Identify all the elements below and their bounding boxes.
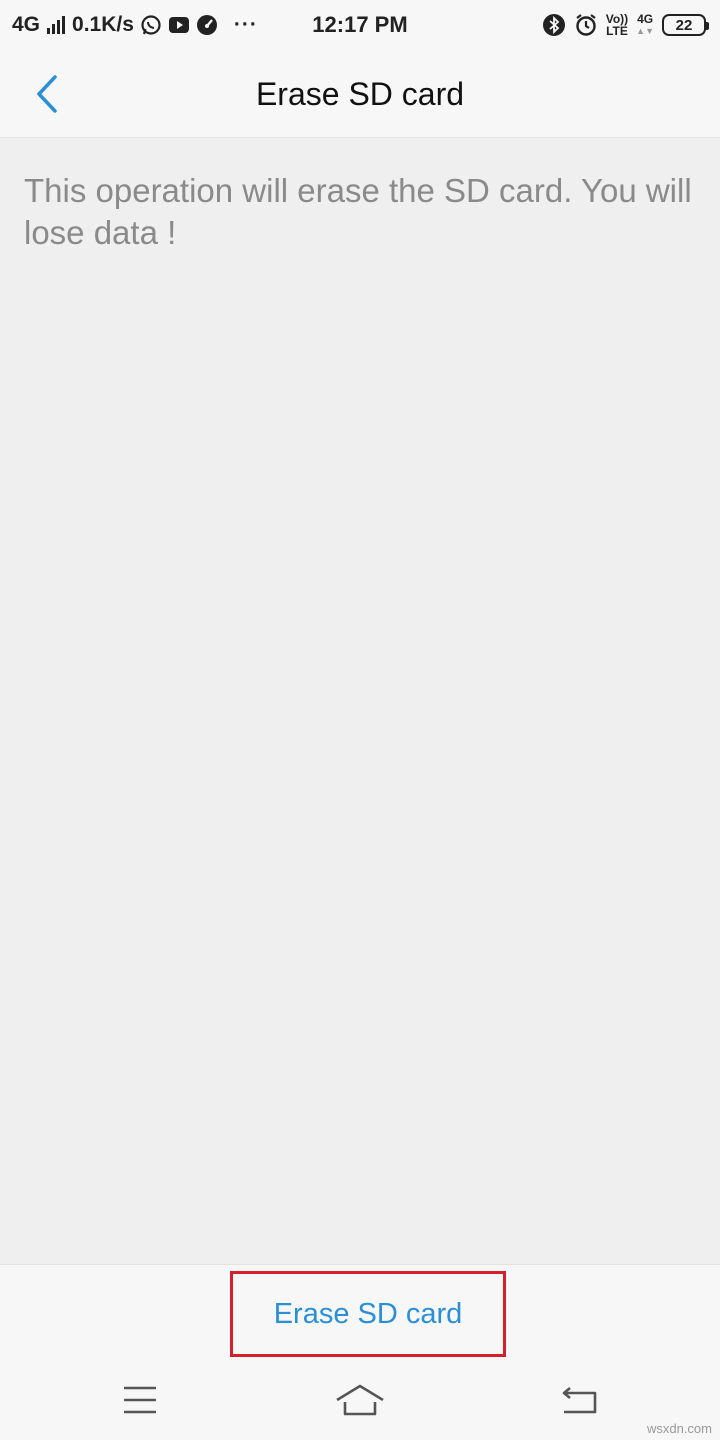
return-button[interactable] — [550, 1378, 610, 1422]
menu-button[interactable] — [110, 1378, 170, 1422]
data-indicator: 4G ▲▼ — [636, 13, 654, 37]
alarm-icon — [574, 13, 598, 37]
menu-icon — [124, 1386, 156, 1414]
bottom-action-bar: Erase SD card — [0, 1264, 720, 1360]
content-area: This operation will erase the SD card. Y… — [0, 138, 720, 1264]
battery-level: 22 — [675, 16, 693, 34]
home-button[interactable] — [330, 1378, 390, 1422]
home-icon — [336, 1384, 384, 1416]
clock: 12:17 PM — [312, 12, 408, 37]
app-header: Erase SD card — [0, 50, 720, 138]
data-arrows-icon: ▲▼ — [636, 26, 654, 36]
bluetooth-icon — [542, 13, 566, 37]
status-right: Vo)) LTE 4G ▲▼ 22 — [542, 0, 709, 50]
page-title: Erase SD card — [255, 76, 465, 112]
volte-indicator: Vo)) LTE — [606, 13, 628, 37]
warning-message: This operation will erase the SD card. Y… — [24, 172, 692, 251]
return-icon — [562, 1387, 597, 1414]
navigation-bar: wsxdn.com — [0, 1360, 720, 1440]
battery-indicator: 22 — [662, 14, 709, 36]
status-bar: 4G 0.1K/s ··· 12:17 PM Vo)) LTE 4G ▲▼ 22 — [0, 0, 720, 50]
data-type: 4G — [637, 12, 654, 26]
watermark: wsxdn.com — [646, 1421, 712, 1436]
volte-bottom: LTE — [606, 24, 628, 38]
erase-sd-card-button[interactable]: Erase SD card — [230, 1271, 506, 1357]
